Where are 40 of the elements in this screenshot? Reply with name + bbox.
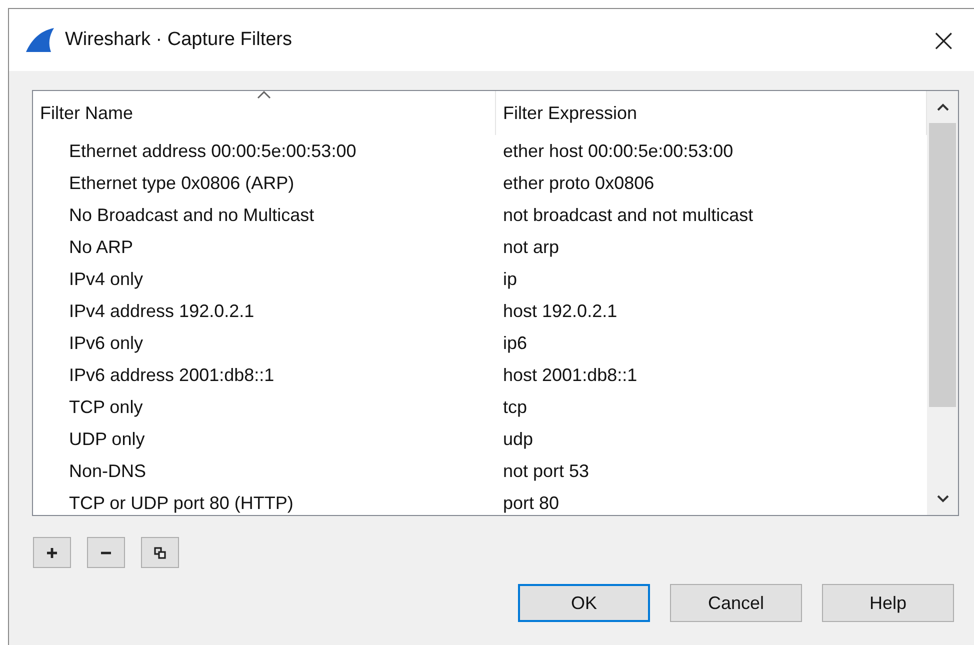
table-cell-text: Ethernet address 00:00:5e:00:53:00 bbox=[68, 140, 358, 162]
table-cell-text: TCP only bbox=[68, 396, 144, 418]
scrollbar-thumb[interactable] bbox=[929, 123, 956, 407]
close-button[interactable]: × bbox=[930, 21, 957, 59]
table-cell-text: not port 53 bbox=[502, 460, 590, 482]
dialog-button[interactable]: Help bbox=[822, 584, 954, 622]
dialog-button[interactable]: OK bbox=[518, 584, 650, 622]
table-cell-text: TCP or UDP port 80 (HTTP) bbox=[68, 492, 294, 514]
table-cell-text: host 2001:db8::1 bbox=[502, 364, 638, 386]
scroll-up-icon[interactable] bbox=[936, 103, 948, 111]
table-cell-text: port 80 bbox=[502, 492, 560, 514]
sort-caret-icon bbox=[257, 91, 271, 99]
table-cell-text: ip bbox=[502, 268, 518, 290]
table-cell-text: tcp bbox=[502, 396, 528, 418]
table-cell-text: Non-DNS bbox=[68, 460, 148, 482]
table-cell-text: udp bbox=[502, 428, 534, 450]
column-header[interactable]: Filter Name bbox=[33, 91, 496, 135]
table-cell-text: ether host 00:00:5e:00:53:00 bbox=[502, 140, 734, 162]
table-cell-text: No Broadcast and no Multicast bbox=[68, 204, 316, 226]
scroll-down-icon[interactable] bbox=[936, 495, 948, 503]
copy-button[interactable] bbox=[141, 537, 179, 568]
table-cell-text: not arp bbox=[502, 236, 560, 258]
plus-icon bbox=[46, 546, 58, 558]
table-cell-text: host 192.0.2.1 bbox=[502, 300, 618, 322]
table-cell-text: ip6 bbox=[502, 332, 528, 354]
dialog-button[interactable]: Cancel bbox=[670, 584, 802, 622]
table-cell-text: IPv6 address 2001:db8::1 bbox=[68, 364, 276, 386]
table-cell-text: IPv6 only bbox=[68, 332, 144, 354]
table-cell-text: ether proto 0x0806 bbox=[502, 172, 654, 194]
table-cell-text: UDP only bbox=[68, 428, 146, 450]
table-cell-text: No ARP bbox=[68, 236, 134, 258]
shark-fin-icon bbox=[25, 27, 55, 53]
scrollbar[interactable] bbox=[927, 91, 958, 515]
window-title: Wireshark · Capture Filters bbox=[65, 29, 292, 51]
copy-icon bbox=[154, 546, 166, 558]
add-button[interactable] bbox=[33, 537, 71, 568]
table-cell-text: not broadcast and not multicast bbox=[502, 204, 754, 226]
table-cell-text: IPv4 address 192.0.2.1 bbox=[68, 300, 256, 322]
table-cell-text: IPv4 only bbox=[68, 268, 144, 290]
table-cell-text: Ethernet type 0x0806 (ARP) bbox=[68, 172, 296, 194]
